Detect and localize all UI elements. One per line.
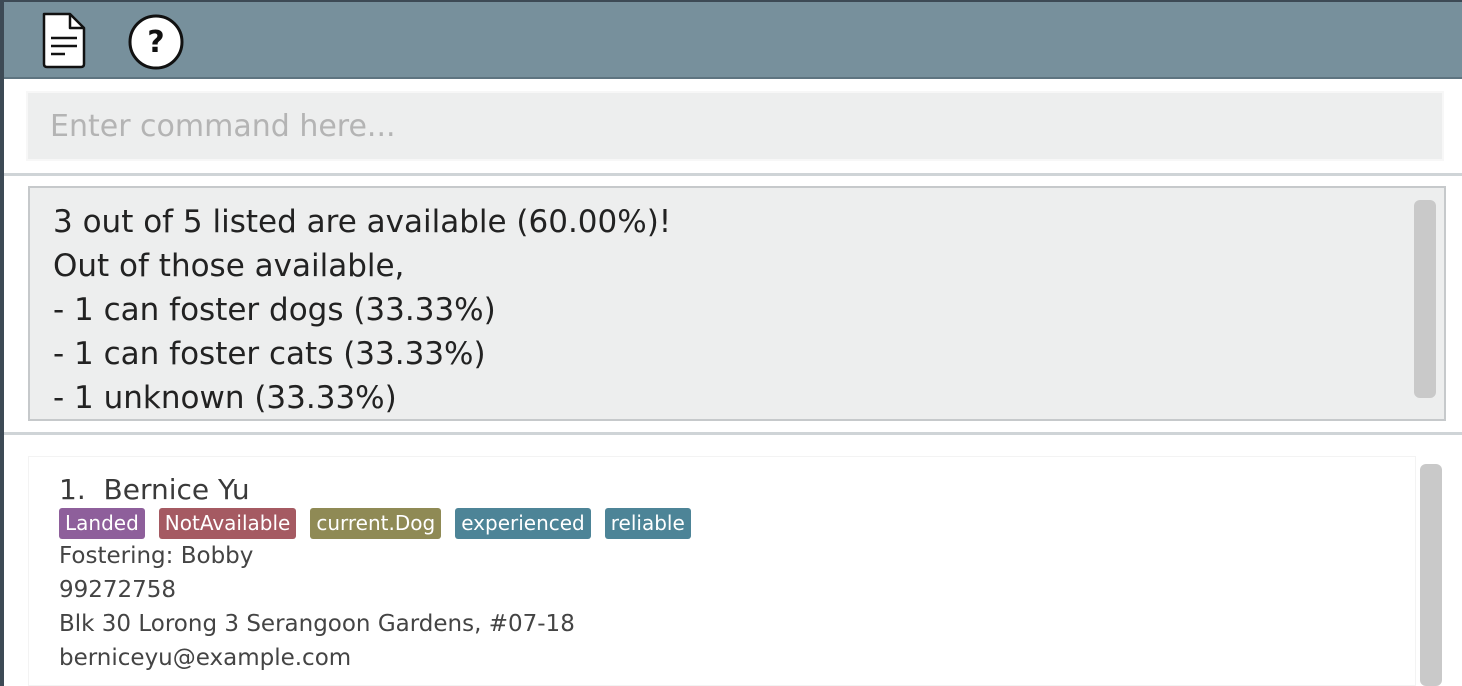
tag: Landed	[59, 508, 145, 539]
fostering-label: Fostering: Bobby	[59, 543, 254, 569]
tag-list: Landed NotAvailable current.Dog experien…	[59, 508, 691, 539]
app-window: ? 3 out of 5 listed are available (60.00…	[0, 0, 1462, 686]
list-scrollbar[interactable]	[1420, 464, 1442, 686]
command-box-container	[4, 79, 1462, 173]
svg-text:?: ?	[147, 25, 164, 60]
phone-label: 99272758	[59, 577, 177, 603]
result-line: - 1 unknown (33.33%)	[53, 380, 397, 416]
tag: experienced	[455, 508, 591, 539]
tag: NotAvailable	[158, 508, 297, 539]
tag: reliable	[604, 508, 691, 539]
help-icon[interactable]: ?	[124, 10, 188, 74]
result-display-container: 3 out of 5 listed are available (60.00%)…	[4, 176, 1462, 432]
person-card-title: 1. Bernice Yu	[59, 473, 250, 506]
result-text: 3 out of 5 listed are available (60.00%)…	[53, 200, 672, 419]
address-label: Blk 30 Lorong 3 Serangoon Gardens, #07-1…	[59, 611, 575, 637]
result-line: - 1 can foster cats (33.33%)	[53, 336, 486, 372]
file-icon-graphic	[42, 12, 86, 69]
result-line: 3 out of 5 listed are available (60.00%)…	[53, 204, 672, 240]
result-line: Out of those available,	[53, 248, 405, 284]
person-list: 1. Bernice Yu Landed NotAvailable curren…	[4, 435, 1462, 686]
menu-bar: ?	[4, 0, 1462, 79]
person-card[interactable]: 1. Bernice Yu Landed NotAvailable curren…	[28, 456, 1416, 686]
person-name: Bernice Yu	[103, 473, 250, 506]
result-scrollbar[interactable]	[1414, 200, 1436, 398]
result-display: 3 out of 5 listed are available (60.00%)…	[28, 186, 1446, 421]
result-line: - 1 can foster dogs (33.33%)	[53, 292, 496, 328]
help-icon-graphic: ?	[128, 14, 184, 70]
person-index: 1.	[59, 473, 86, 506]
command-input[interactable]	[26, 91, 1444, 161]
tag: current.Dog	[310, 508, 442, 539]
email-label: berniceyu@example.com	[59, 645, 352, 671]
file-icon[interactable]	[34, 10, 94, 70]
